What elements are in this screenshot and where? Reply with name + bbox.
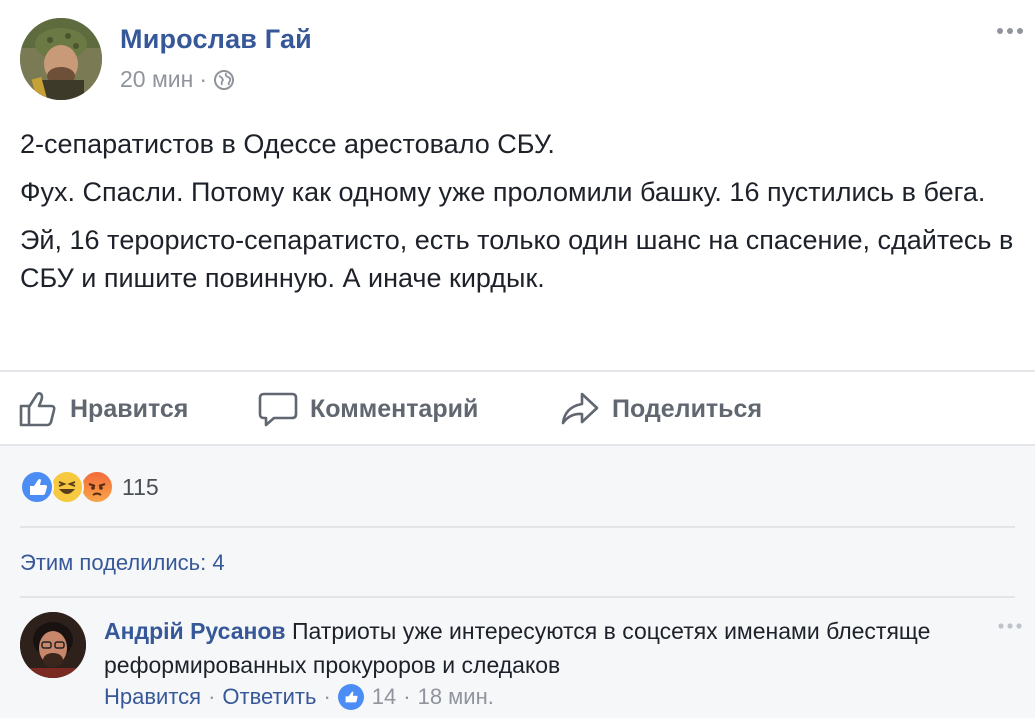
- comment-likes-count[interactable]: 14: [372, 684, 396, 710]
- meta-separator: ·: [403, 684, 411, 709]
- post-body: 2-сепаратистов в Одессе арестовало СБУ. …: [20, 125, 1020, 307]
- post-header: Мирослав Гай 20 мин ·: [0, 0, 1035, 120]
- post-time[interactable]: 20 мин: [120, 66, 193, 93]
- post-meta: 20 мин ·: [120, 66, 235, 93]
- post-action-bar: Нравится Комментарий Поделиться: [0, 370, 1035, 446]
- post-paragraph: Фух. Спасли. Потому как одному уже проло…: [20, 177, 986, 207]
- divider: [20, 596, 1015, 598]
- comment-like-link[interactable]: Нравится: [104, 684, 201, 710]
- comment-meta: Нравится · Ответить · 14 · 18 мин.: [104, 684, 494, 710]
- thumbs-up-icon: [19, 392, 56, 427]
- like-button[interactable]: Нравится: [18, 390, 188, 428]
- like-reaction-icon: [20, 470, 54, 504]
- globe-icon[interactable]: [213, 69, 235, 91]
- share-button[interactable]: Поделиться: [560, 390, 762, 428]
- like-reaction-icon: [337, 684, 364, 710]
- angry-reaction-icon: [80, 470, 114, 504]
- share-arrow-icon: [561, 392, 599, 425]
- author-avatar[interactable]: [20, 18, 102, 100]
- commenter-name[interactable]: Андрій Русанов: [104, 618, 286, 644]
- haha-reaction-icon: [50, 470, 84, 504]
- more-options-icon[interactable]: [995, 24, 1025, 38]
- reactions-count: 115: [122, 473, 159, 500]
- comment-time[interactable]: 18 мин.: [418, 684, 494, 710]
- meta-separator: ·: [323, 684, 331, 709]
- commenter-photo: [20, 612, 86, 678]
- commenter-avatar[interactable]: [20, 612, 86, 678]
- comment-bubble-icon: [258, 392, 298, 427]
- comment-reply-link[interactable]: Ответить: [222, 684, 316, 710]
- meta-separator: ·: [199, 66, 208, 92]
- comment-options-icon[interactable]: [997, 620, 1023, 632]
- comment-label: Комментарий: [310, 394, 479, 423]
- author-name[interactable]: Мирослав Гай: [120, 24, 312, 55]
- comment-body: Андрій Русанов Патриоты уже интересуются…: [104, 614, 964, 682]
- like-label: Нравится: [70, 394, 189, 423]
- shares-link[interactable]: Этим поделились: 4: [20, 550, 225, 576]
- author-photo: [20, 18, 102, 100]
- comment-button[interactable]: Комментарий: [258, 390, 478, 428]
- post-paragraph: 2-сепаратистов в Одессе арестовало СБУ.: [20, 129, 555, 159]
- post-paragraph: Эй, 16 тeрористо-сепаратисто, есть тольк…: [20, 225, 1014, 293]
- feedback-section: 115 Этим поделились: 4 Андрій Русанов Па…: [0, 446, 1035, 718]
- reactions-summary[interactable]: 115: [20, 470, 159, 504]
- meta-separator: ·: [208, 684, 216, 709]
- divider: [20, 526, 1015, 528]
- share-label: Поделиться: [612, 394, 763, 423]
